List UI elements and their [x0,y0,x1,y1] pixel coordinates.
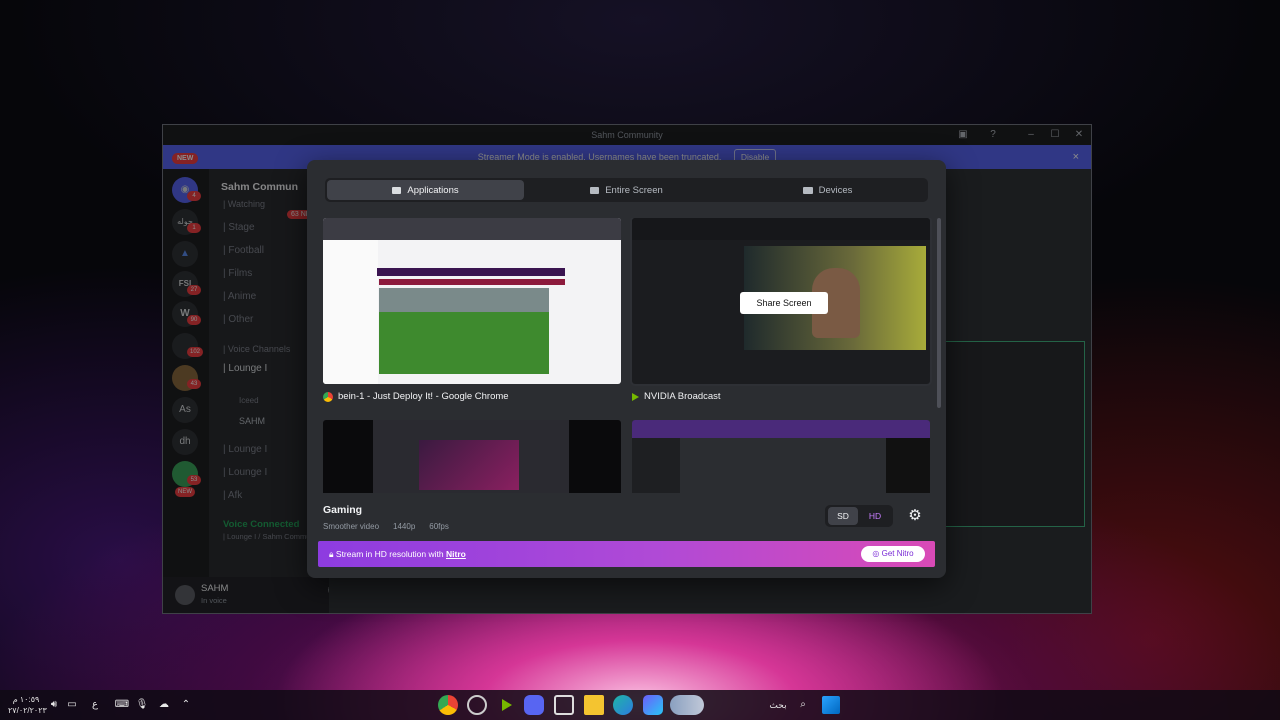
language-indicator[interactable]: ع [88,690,102,720]
nitro-link[interactable]: Nitro [446,549,466,559]
camera-icon [802,186,813,194]
grid-scrollbar[interactable] [937,218,941,408]
application-grid: bein-1 - Just Deploy It! - Google Chrome… [323,218,934,493]
taskbar: ١٠:٥٩ م ٢٧/٠٢/٢٠٢٣ 🔊︎ ▭ ع ⌨ 🎙︎ ☁ ⌃ بحث ⌕ [0,690,1280,720]
quality-subtitle: Smoother video [323,522,380,531]
clock-date: ٢٧/٠٢/٢٠٢٣ [8,706,47,715]
app-name: bein-1 - Just Deploy It! - Google Chrome [338,391,509,402]
share-screen-hover-label[interactable]: Share Screen [740,292,828,314]
microphone-icon[interactable]: 🎙︎ [134,690,150,720]
clock[interactable]: ١٠:٥٩ م ٢٧/٠٢/٢٠٢٣ [8,690,47,720]
quality-resolution: 1440p [393,522,416,531]
folder-icon[interactable] [584,695,604,715]
hd-button[interactable]: HD [860,507,890,525]
nitro-prefix: Stream in HD resolution with [335,549,444,559]
resolution-toggle: SD HD [825,505,893,527]
keyboard-icon[interactable]: ⌨ [114,690,130,720]
network-icon[interactable]: ▭ [64,690,80,720]
quality-fps: 60fps [429,522,449,531]
copilot-icon[interactable] [643,695,663,715]
nvidia-icon[interactable] [496,695,516,715]
app-thumbnail [632,420,930,493]
nitro-upsell-bar: 🔒︎ Stream in HD resolution with Nitro ◎ … [318,541,935,567]
tab-label: Entire Screen [605,184,663,196]
get-nitro-label: Get Nitro [881,549,914,558]
nvidia-icon [632,392,639,401]
app-card-chrome[interactable]: bein-1 - Just Deploy It! - Google Chrome [323,218,621,408]
app-thumbnail: Share Screen [630,218,932,386]
tab-entire-screen[interactable]: Entire Screen [528,180,725,200]
nitro-icon: ◎ [872,549,880,558]
stream-quality-info: Gaming Smoother video 1440p 60fps [323,504,449,531]
app-card-title: bein-1 - Just Deploy It! - Google Chrome [323,391,509,402]
app-name: NVIDIA Broadcast [644,391,721,402]
gear-icon[interactable]: ⚙ [903,505,927,527]
clock-time: ١٠:٥٩ م [12,695,40,704]
source-tabs: Applications Entire Screen Devices [325,178,928,202]
cloud-icon[interactable]: ☁ [156,690,172,720]
chrome-icon [323,391,333,402]
search-icon[interactable]: ⌕ [794,690,812,720]
quality-preset: Gaming [323,504,363,516]
chrome-icon[interactable] [438,695,458,715]
search-label[interactable]: بحث [764,690,792,720]
store-icon[interactable] [554,695,574,715]
tab-devices[interactable]: Devices [729,180,926,200]
sd-button[interactable]: SD [828,507,858,525]
tab-label: Devices [818,184,853,196]
app-card-nvidia-broadcast[interactable]: Share Screen NVIDIA Broadcast [630,218,932,408]
tab-label: Applications [407,184,459,196]
app-thumbnail [323,218,621,384]
discord-icon[interactable] [524,695,544,715]
tab-applications[interactable]: Applications [327,180,524,200]
obs-icon[interactable] [467,695,487,715]
start-icon[interactable] [822,696,840,714]
app-card-title: NVIDIA Broadcast [632,391,721,402]
screen-share-modal: Applications Entire Screen Devices bein- [307,160,946,578]
lock-icon: 🔒︎ [329,549,334,559]
get-nitro-button[interactable]: ◎ Get Nitro [861,546,925,562]
edge-icon[interactable] [613,695,633,715]
window-icon [392,186,402,194]
speaker-icon[interactable]: 🔊︎ [46,690,62,720]
monitor-icon [590,186,600,194]
chevron-up-icon[interactable]: ⌃ [178,690,194,720]
app-card[interactable] [632,420,930,493]
app-card[interactable] [323,420,621,493]
widgets-icon[interactable] [670,695,704,715]
app-thumbnail [323,420,621,493]
